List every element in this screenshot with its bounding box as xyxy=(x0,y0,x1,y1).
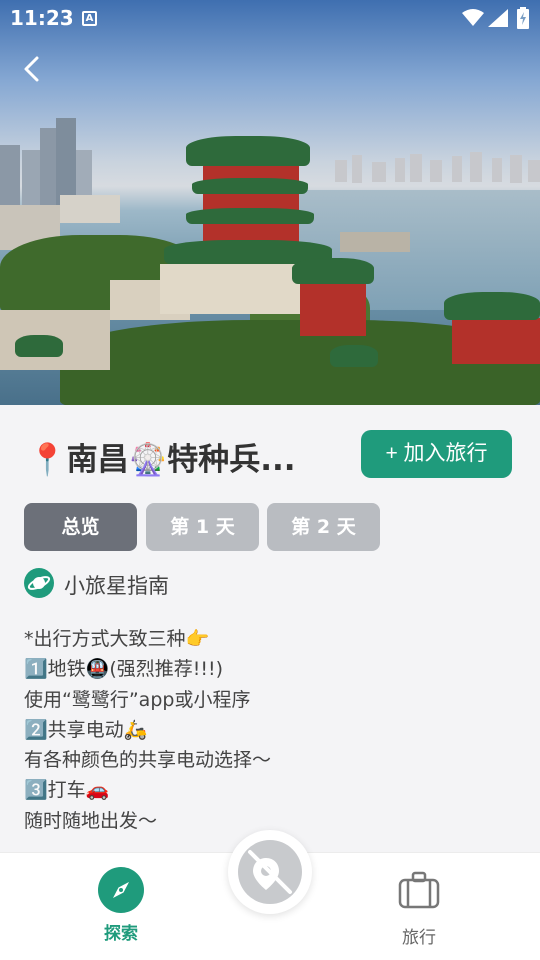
tab-day-2[interactable]: 第 2 天 xyxy=(267,503,380,551)
author-name: 小旅星指南 xyxy=(64,574,169,598)
side-pavilion-roof xyxy=(15,335,63,357)
nav-explore-label: 探索 xyxy=(104,924,138,944)
side-pavilion-roof xyxy=(292,258,374,284)
wifi-icon xyxy=(462,9,484,26)
nav-travel[interactable]: 旅行 xyxy=(374,867,464,948)
side-pavilion xyxy=(452,318,540,364)
battery-icon xyxy=(517,7,529,29)
content-line: 使用“鹭鹭行”app或小程序 xyxy=(24,688,251,711)
status-time: 11:23 xyxy=(10,6,74,30)
suitcase-icon xyxy=(398,871,440,909)
pavilion-roof xyxy=(186,136,310,166)
content-line: 2️⃣共享电动🛵 xyxy=(24,718,148,741)
guide-content: *出行方式大致三种👉 1️⃣地铁🚇(强烈推荐!!!) 使用“鹭鹭行”app或小程… xyxy=(24,624,524,836)
pavilion-roof xyxy=(192,178,308,194)
notification-icon: A xyxy=(82,11,97,26)
side-pavilion xyxy=(300,282,366,336)
content-line: *出行方式大致三种👉 xyxy=(24,628,210,650)
compass-icon xyxy=(98,867,144,913)
side-pavilion-roof xyxy=(330,345,378,367)
nav-explore[interactable]: 探索 xyxy=(76,867,166,944)
hero-image xyxy=(0,0,540,405)
tab-overview[interactable]: 总览 xyxy=(24,503,137,551)
trip-title: 📍南昌🎡特种兵... xyxy=(28,442,296,478)
content-line: 1️⃣地铁🚇(强烈推荐!!!) xyxy=(24,658,223,681)
tab-day-1[interactable]: 第 1 天 xyxy=(146,503,259,551)
map-location-button[interactable] xyxy=(228,830,312,914)
content-line: 3️⃣打车🚗 xyxy=(24,779,110,802)
nav-travel-label: 旅行 xyxy=(402,928,436,948)
planet-icon xyxy=(24,568,54,598)
pavilion-roof xyxy=(186,208,314,224)
title-row: 📍南昌🎡特种兵... + 加入旅行 xyxy=(24,426,514,482)
location-off-icon xyxy=(238,840,302,904)
side-pavilion-roof xyxy=(444,292,540,320)
back-button[interactable] xyxy=(16,52,50,86)
content-line: 有各种颜色的共享电动选择～ xyxy=(24,749,272,772)
signal-icon xyxy=(488,9,508,27)
pier xyxy=(340,232,410,252)
status-bar: 11:23 A xyxy=(0,0,540,38)
add-to-trip-button[interactable]: + 加入旅行 xyxy=(361,430,512,478)
chevron-left-icon xyxy=(24,56,39,82)
